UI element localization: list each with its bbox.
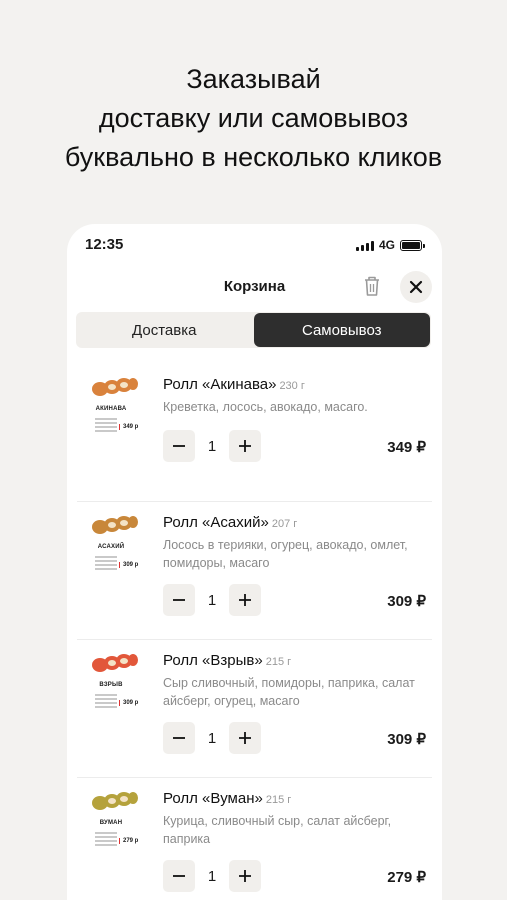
product-weight: 207 г bbox=[271, 518, 298, 530]
promo-headline: Заказывай доставку или самовывоз букваль… bbox=[0, 60, 507, 177]
product-name: Ролл «Асахий» bbox=[163, 514, 269, 531]
product-weight: 230 г bbox=[279, 380, 305, 392]
network-label: 4G bbox=[378, 238, 395, 252]
cart-item: ВУМАН 279 р Ролл «Вуман» 215 г Курица, сл… bbox=[77, 778, 432, 900]
product-description: Курица, сливочный сыр, салат айсберг, па… bbox=[163, 814, 392, 846]
product-price: 279 ₽ bbox=[387, 869, 426, 886]
plus-icon bbox=[239, 440, 251, 452]
thumb-description bbox=[95, 556, 117, 574]
cart-item: ВЗРЫВ 309 р Ролл «Взрыв» 215 г Сыр сливоч… bbox=[77, 640, 432, 778]
thumb-price: 349 р bbox=[119, 424, 138, 430]
thumb-price: 309 р bbox=[119, 700, 138, 706]
increase-button[interactable] bbox=[229, 430, 261, 462]
minus-icon bbox=[173, 445, 185, 447]
trash-icon[interactable] bbox=[361, 274, 383, 300]
cart-item: АСАХИЙ 309 р Ролл «Асахий» 207 г Лосось в… bbox=[77, 502, 432, 640]
product-image: ВЗРЫВ 309 р bbox=[81, 652, 151, 732]
quantity-value: 1 bbox=[207, 437, 217, 455]
thumb-label: АКИНАВА bbox=[95, 406, 127, 412]
increase-button[interactable] bbox=[229, 860, 261, 892]
product-image: АСАХИЙ 309 р bbox=[81, 514, 151, 594]
product-weight: 215 г bbox=[265, 794, 292, 806]
quantity-value: 1 bbox=[207, 867, 217, 885]
status-bar: 12:35 4G bbox=[67, 236, 442, 256]
product-name: Ролл «Акинава» bbox=[163, 376, 277, 393]
headline-line-1: Заказывай bbox=[186, 64, 321, 94]
status-indicators: 4G bbox=[355, 238, 425, 252]
thumb-label: ВЗРЫВ bbox=[99, 682, 123, 688]
product-price: 309 ₽ bbox=[387, 731, 426, 748]
tab-delivery[interactable]: Доставка bbox=[76, 312, 253, 348]
roll-image bbox=[92, 378, 138, 396]
page-title: Корзина bbox=[223, 278, 286, 295]
minus-icon bbox=[173, 737, 185, 739]
thumb-label: АСАХИЙ bbox=[97, 544, 125, 550]
decrease-button[interactable] bbox=[163, 722, 195, 754]
tab-pickup[interactable]: Самовывоз bbox=[253, 313, 430, 347]
increase-button[interactable] bbox=[229, 722, 261, 754]
delivery-mode-switch: Доставка Самовывоз bbox=[76, 312, 431, 348]
increase-button[interactable] bbox=[229, 584, 261, 616]
plus-icon bbox=[239, 732, 251, 744]
quantity-value: 1 bbox=[207, 591, 217, 609]
roll-image bbox=[92, 792, 138, 810]
signal-icon bbox=[355, 240, 374, 251]
thumb-label: ВУМАН bbox=[99, 820, 123, 826]
roll-image bbox=[92, 516, 138, 534]
thumb-price: 279 р bbox=[119, 838, 138, 844]
product-description: Сыр сливочный, помидоры, паприка, салат … bbox=[163, 676, 415, 708]
plus-icon bbox=[239, 870, 251, 882]
minus-icon bbox=[173, 599, 185, 601]
product-name: Ролл «Взрыв» bbox=[163, 652, 263, 669]
product-price: 349 ₽ bbox=[387, 439, 426, 456]
quantity-value: 1 bbox=[207, 729, 217, 747]
thumb-description bbox=[95, 694, 117, 712]
product-info: Ролл «Вуман» 215 г Курица, сливочный сыр,… bbox=[163, 790, 431, 848]
product-image: ВУМАН 279 р bbox=[81, 790, 151, 870]
product-weight: 215 г bbox=[265, 656, 292, 668]
headline-line-2: доставку или самовывоз bbox=[98, 103, 409, 133]
phone-screen: 12:35 4G Корзина Доставка Самовывоз АКИН… bbox=[67, 224, 442, 900]
product-info: Ролл «Асахий» 207 г Лосось в терияки, огу… bbox=[163, 514, 431, 572]
status-time: 12:35 bbox=[85, 236, 124, 253]
product-price: 309 ₽ bbox=[387, 593, 426, 610]
product-info: Ролл «Взрыв» 215 г Сыр сливочный, помидор… bbox=[163, 652, 431, 710]
cart-list: АКИНАВА 349 р Ролл «Акинава» 230 г Кревет… bbox=[67, 364, 442, 900]
cart-item: АКИНАВА 349 р Ролл «Акинава» 230 г Кревет… bbox=[77, 364, 432, 502]
quantity-stepper: 1 bbox=[163, 430, 261, 462]
close-button[interactable] bbox=[400, 271, 432, 303]
decrease-button[interactable] bbox=[163, 860, 195, 892]
thumb-description bbox=[95, 418, 117, 436]
cart-header: Корзина bbox=[67, 271, 442, 303]
minus-icon bbox=[173, 875, 185, 877]
thumb-price: 309 р bbox=[119, 562, 138, 568]
product-description: Креветка, лосось, авокадо, масаго. bbox=[163, 400, 368, 414]
thumb-description bbox=[95, 832, 117, 850]
quantity-stepper: 1 bbox=[163, 584, 261, 616]
headline-line-3: буквально в несколько кликов bbox=[64, 142, 443, 172]
decrease-button[interactable] bbox=[163, 584, 195, 616]
plus-icon bbox=[239, 594, 251, 606]
battery-icon bbox=[400, 239, 425, 251]
product-name: Ролл «Вуман» bbox=[163, 790, 263, 807]
quantity-stepper: 1 bbox=[163, 860, 261, 892]
product-image: АКИНАВА 349 р bbox=[81, 376, 151, 456]
roll-image bbox=[92, 654, 138, 672]
quantity-stepper: 1 bbox=[163, 722, 261, 754]
close-icon bbox=[409, 280, 423, 294]
decrease-button[interactable] bbox=[163, 430, 195, 462]
product-description: Лосось в терияки, огурец, авокадо, омлет… bbox=[163, 538, 408, 570]
product-info: Ролл «Акинава» 230 г Креветка, лосось, ав… bbox=[163, 376, 431, 416]
